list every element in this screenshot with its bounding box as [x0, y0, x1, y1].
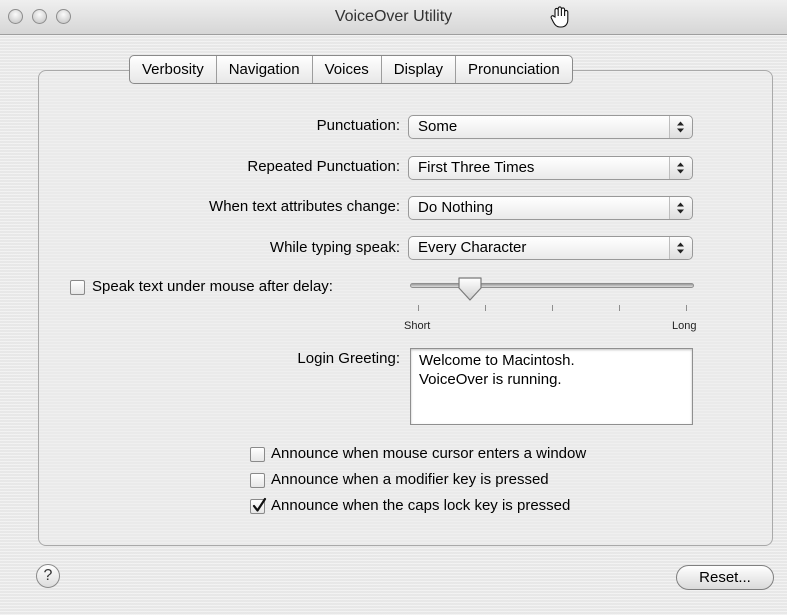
- announce-cursor-window-label: Announce when mouse cursor enters a wind…: [271, 445, 587, 462]
- text-attributes-popup[interactable]: Do Nothing: [408, 196, 693, 220]
- voiceover-utility-window: VoiceOver Utility Verbosity Navigation V…: [0, 0, 787, 615]
- slider-min-label: Short: [404, 320, 431, 332]
- announce-cursor-window-checkbox[interactable]: [250, 447, 265, 462]
- text-attributes-value: Do Nothing: [418, 199, 494, 216]
- speak-under-mouse-checkbox[interactable]: [70, 280, 85, 295]
- slider-tick: [418, 305, 419, 311]
- repeated-punctuation-popup[interactable]: First Three Times: [408, 156, 693, 180]
- announce-caps-lock-label: Announce when the caps lock key is press…: [271, 497, 571, 514]
- delay-slider-track[interactable]: [410, 283, 694, 288]
- punctuation-label: Punctuation:: [316, 117, 400, 134]
- repeated-punctuation-value: First Three Times: [418, 159, 535, 176]
- window-title: VoiceOver Utility: [334, 8, 453, 25]
- help-button[interactable]: ?: [36, 564, 60, 588]
- typing-speak-popup[interactable]: Every Character: [408, 236, 693, 260]
- punctuation-value: Some: [418, 118, 458, 135]
- popup-arrows-icon: [669, 116, 692, 138]
- tab-navigation[interactable]: Navigation: [217, 56, 313, 83]
- slider-tick: [485, 305, 486, 311]
- speak-under-mouse-label: Speak text under mouse after delay:: [92, 278, 333, 295]
- announce-modifier-key-checkbox[interactable]: [250, 473, 265, 488]
- reset-button[interactable]: Reset...: [676, 565, 774, 590]
- slider-tick: [552, 305, 553, 311]
- popup-arrows-icon: [669, 157, 692, 179]
- typing-speak-label: While typing speak:: [269, 239, 400, 256]
- punctuation-popup[interactable]: Some: [408, 115, 693, 139]
- popup-arrows-icon: [669, 197, 692, 219]
- checkmark-icon: [252, 497, 267, 512]
- tab-voices[interactable]: Voices: [313, 56, 382, 83]
- typing-speak-value: Every Character: [418, 239, 527, 256]
- delay-slider-thumb[interactable]: [457, 276, 483, 302]
- tab-verbosity[interactable]: Verbosity: [130, 56, 217, 83]
- login-greeting-label: Login Greeting:: [297, 350, 400, 367]
- announce-caps-lock-checkbox[interactable]: [250, 497, 267, 514]
- title-bar[interactable]: VoiceOver Utility: [0, 0, 787, 35]
- tab-bar: Verbosity Navigation Voices Display Pron…: [129, 55, 573, 84]
- tab-display[interactable]: Display: [382, 56, 456, 83]
- hand-cursor-icon: [550, 6, 569, 28]
- popup-arrows-icon: [669, 237, 692, 259]
- help-icon: ?: [43, 567, 53, 584]
- repeated-punctuation-label: Repeated Punctuation:: [247, 158, 400, 175]
- text-attributes-label: When text attributes change:: [209, 198, 400, 215]
- login-greeting-field[interactable]: Welcome to Macintosh. VoiceOver is runni…: [410, 348, 693, 425]
- slider-max-label: Long: [672, 320, 697, 332]
- tab-pronunciation[interactable]: Pronunciation: [456, 56, 572, 83]
- slider-tick: [619, 305, 620, 311]
- announce-modifier-key-label: Announce when a modifier key is pressed: [271, 471, 549, 488]
- slider-tick: [686, 305, 687, 311]
